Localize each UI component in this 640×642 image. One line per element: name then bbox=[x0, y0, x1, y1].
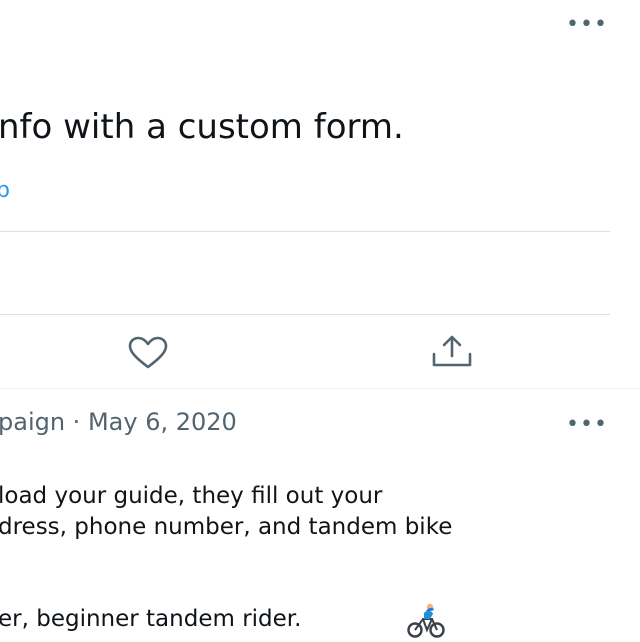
tweet-body-line-2: dress, phone number, and tandem bike bbox=[0, 514, 453, 540]
tweet-text: nfo with a custom form. bbox=[0, 107, 404, 147]
divider-1 bbox=[0, 231, 610, 232]
like-button[interactable] bbox=[126, 336, 170, 370]
tweet-link[interactable]: p bbox=[0, 178, 10, 203]
heart-icon bbox=[128, 336, 168, 369]
tweet-separator bbox=[0, 388, 640, 389]
tweet-meta: paign · May 6, 2020 bbox=[0, 408, 237, 436]
more-options-icon[interactable]: ••• bbox=[566, 14, 608, 36]
tweet-body-line-1: load your guide, they fill out your bbox=[0, 483, 383, 509]
cyclist-emoji-icon bbox=[406, 602, 446, 638]
divider-2 bbox=[0, 314, 610, 315]
reply-more-options-icon[interactable]: ••• bbox=[566, 414, 608, 436]
share-button[interactable] bbox=[428, 334, 476, 370]
tweet-body-line-3: er, beginner tandem rider. bbox=[0, 606, 302, 632]
share-upload-icon bbox=[432, 335, 472, 367]
